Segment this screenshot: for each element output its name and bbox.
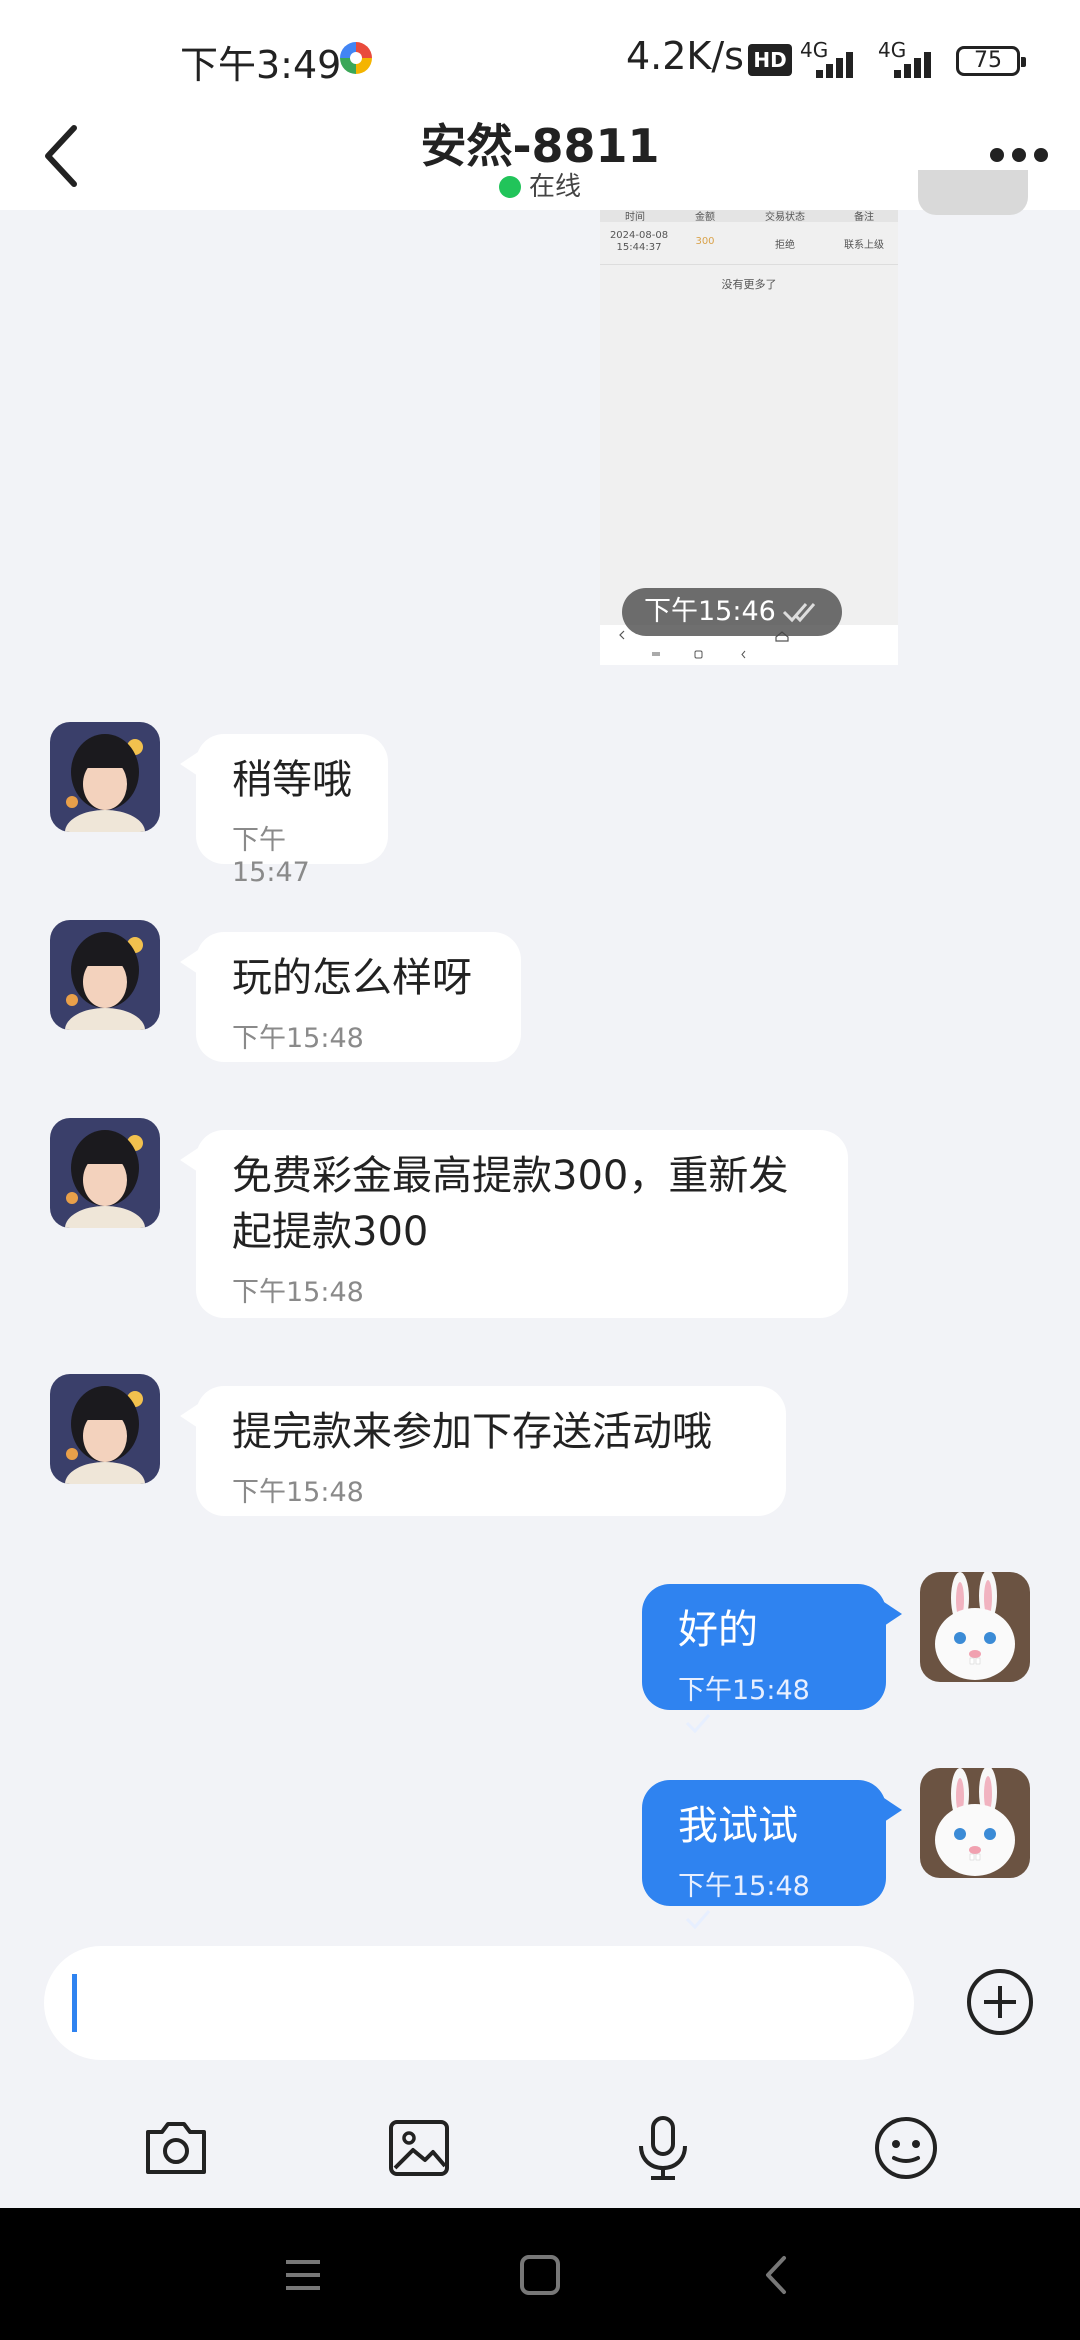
contact-avatar[interactable] bbox=[50, 1374, 160, 1484]
voice-button[interactable] bbox=[627, 2112, 699, 2184]
app-notification-icon bbox=[340, 42, 372, 74]
home-button[interactable] bbox=[515, 2250, 565, 2300]
menu-icon bbox=[286, 2260, 320, 2290]
contact-avatar-image bbox=[50, 722, 160, 832]
sent-check-icon bbox=[685, 1910, 711, 1930]
message-time: 下午15:48 bbox=[232, 1477, 364, 1508]
gallery-button[interactable] bbox=[383, 2112, 455, 2184]
bubble-tail bbox=[884, 1798, 902, 1822]
message-time: 下午15:48 bbox=[232, 1277, 364, 1308]
screenshot-row-date: 2024-08-08 bbox=[609, 230, 669, 241]
message-text: 提完款来参加下存送活动哦 bbox=[232, 1409, 712, 1455]
signal-icon-2 bbox=[894, 46, 944, 78]
screenshot-row-note: 联系上级 bbox=[844, 240, 884, 251]
status-time: 下午3:49 bbox=[180, 43, 342, 87]
message-text: 我试试 bbox=[678, 1803, 798, 1849]
screenshot-header-note: 备注 bbox=[854, 212, 874, 223]
contact-avatar-image bbox=[50, 1118, 160, 1228]
screenshot-timestamp: 下午15:46 bbox=[622, 588, 842, 636]
my-avatar[interactable] bbox=[920, 1768, 1030, 1878]
online-dot-icon bbox=[498, 176, 521, 198]
message-time-row: 下午15:48 bbox=[678, 1668, 850, 1738]
screenshot-row-time: 15:44:37 bbox=[616, 242, 662, 253]
plus-icon bbox=[967, 1969, 1033, 2035]
bubble-tail bbox=[180, 1404, 198, 1428]
message-bubble-2[interactable]: 玩的怎么样呀 下午15:48 bbox=[180, 932, 521, 1062]
my-avatar-image bbox=[920, 1768, 1030, 1878]
system-nav-bar bbox=[0, 2208, 1080, 2340]
contact-avatar-image bbox=[50, 1374, 160, 1484]
home-icon bbox=[520, 2255, 560, 2295]
screenshot-table-header: 时间 金额 交易状态 备注 bbox=[600, 210, 898, 223]
my-avatar-image bbox=[920, 1572, 1030, 1682]
bubble-tail bbox=[180, 752, 198, 776]
message-bubble-1[interactable]: 稍等哦 下午15:47 bbox=[180, 734, 388, 888]
text-caret bbox=[72, 1974, 77, 2032]
message-bubble-3[interactable]: 免费彩金最高提款300，重新发起提款300 下午15:48 bbox=[180, 1130, 848, 1318]
recent-apps-button[interactable] bbox=[278, 2250, 328, 2300]
battery-icon: 75 bbox=[956, 46, 1026, 76]
emoji-icon bbox=[875, 2117, 937, 2179]
contact-avatar[interactable] bbox=[50, 920, 160, 1030]
message-time: 下午15:48 bbox=[232, 1023, 364, 1054]
screenshot-row-amount: 300 bbox=[695, 236, 715, 247]
contact-avatar-image bbox=[50, 920, 160, 1030]
system-back-button[interactable] bbox=[752, 2250, 802, 2300]
message-input[interactable] bbox=[44, 1946, 914, 2060]
screenshot-header-amount: 金额 bbox=[695, 212, 715, 223]
message-bubble-4[interactable]: 提完款来参加下存送活动哦 下午15:48 bbox=[180, 1386, 786, 1516]
signal-icon-1 bbox=[816, 46, 866, 78]
screenshot-no-more: 没有更多了 bbox=[721, 278, 777, 291]
message-text: 好的 bbox=[678, 1607, 758, 1653]
screenshot-row-datetime: 2024-08-08 15:44:37 bbox=[600, 230, 678, 254]
screenshot-row-status: 拒绝 bbox=[775, 240, 795, 251]
status-bar: 下午3:49 4.2K/s HD 4G 4G 75 bbox=[0, 0, 1080, 110]
my-avatar[interactable] bbox=[920, 1572, 1030, 1682]
my-avatar-partial bbox=[918, 170, 1028, 215]
back-nav-icon bbox=[766, 2256, 786, 2294]
message-text: 稍等哦 bbox=[232, 757, 352, 803]
contact-avatar[interactable] bbox=[50, 1118, 160, 1228]
bubble-tail bbox=[180, 1148, 198, 1172]
emoji-button[interactable] bbox=[870, 2112, 942, 2184]
message-bubble-6[interactable]: 我试试 下午15:48 bbox=[642, 1780, 902, 1930]
network-speed: 4.2K/s bbox=[626, 34, 744, 78]
camera-button[interactable] bbox=[140, 2112, 212, 2184]
more-options-button[interactable] bbox=[988, 140, 1052, 170]
image-icon bbox=[389, 2120, 449, 2176]
read-receipt-icon bbox=[782, 603, 816, 623]
message-bubble-5[interactable]: 好的 下午15:48 bbox=[642, 1584, 902, 1734]
hd-badge: HD bbox=[748, 44, 792, 76]
screenshot-table-row: 2024-08-08 15:44:37 300 拒绝 联系上级 bbox=[600, 224, 898, 265]
attach-plus-button[interactable] bbox=[966, 1968, 1034, 2036]
screenshot-timestamp-text: 下午15:46 bbox=[644, 596, 776, 627]
screenshot-header-time: 时间 bbox=[625, 212, 645, 223]
bubble-tail bbox=[884, 1602, 902, 1626]
bubble-tail bbox=[180, 950, 198, 974]
message-time: 下午15:47 bbox=[232, 825, 310, 888]
message-time: 下午15:48 bbox=[678, 1675, 810, 1706]
message-time-row: 下午15:48 bbox=[678, 1864, 850, 1934]
contact-avatar[interactable] bbox=[50, 722, 160, 832]
message-text: 免费彩金最高提款300，重新发起提款300 bbox=[232, 1153, 789, 1255]
sent-check-icon bbox=[685, 1714, 711, 1734]
online-status-label: 在线 bbox=[528, 172, 581, 202]
message-text: 玩的怎么样呀 bbox=[232, 955, 472, 1001]
message-time: 下午15:48 bbox=[678, 1871, 810, 1902]
microphone-icon bbox=[639, 2116, 687, 2180]
screenshot-header-status: 交易状态 bbox=[765, 212, 805, 223]
camera-icon bbox=[146, 2122, 206, 2174]
